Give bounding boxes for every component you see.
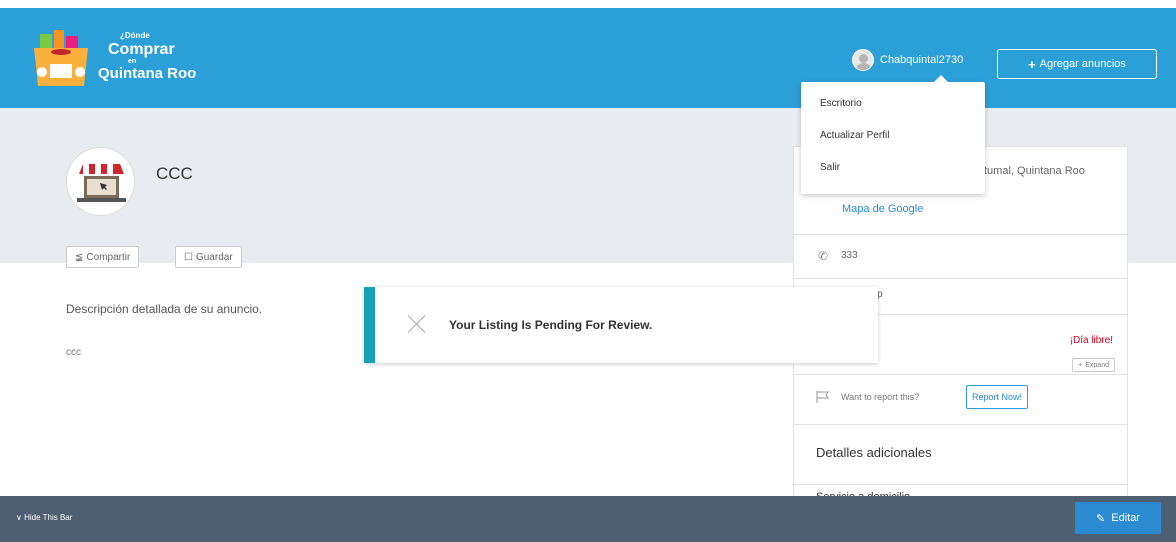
user-menu[interactable]: Chabquintal2730 [852,46,963,74]
logo-text: ¿Dónde Comprar en Quintana Roo [98,30,196,82]
user-dropdown-menu: Escritorio Actualizar Perfil Salir [801,75,985,194]
report-row: Want to report this? Report Now! [794,375,1127,425]
hours-status: ¡Día libre! [1069,335,1113,346]
phone-row[interactable]: ✆ 333 [794,235,1127,279]
add-listing-label: Agregar anuncios [1039,58,1126,70]
google-map-link[interactable]: Mapa de Google [842,203,923,215]
flag-icon [816,391,829,403]
listing-avatar [66,147,135,216]
close-icon[interactable] [407,314,427,334]
pencil-icon: ✎ [1096,512,1106,525]
username: Chabquintal2730 [880,54,964,66]
plus-icon: + [1078,361,1083,369]
share-icon: ≨ [75,251,84,263]
hide-bar-label: Hide This Bar [24,513,73,522]
menu-item-update-profile[interactable]: Actualizar Perfil [820,130,889,141]
phone-icon: ✆ [818,249,829,263]
owner-bottom-bar: ∨ Hide This Bar ✎ Editar [0,496,1176,542]
chevron-down-icon: ∨ [16,513,22,522]
address-text: tumal, Quintana Roo [984,165,1085,177]
save-label: Guardar [195,251,233,263]
phone-value: 333 [841,250,858,261]
pending-review-toast: Your Listing Is Pending For Review. [364,287,878,363]
additional-details-title: Detalles adicionales [816,445,932,460]
expand-hours-button[interactable]: + Expand [1072,358,1115,372]
share-label: Compartir [86,251,131,263]
storefront-icon [77,164,126,202]
description-value: ccc [66,347,81,358]
expand-label: Expand [1085,361,1109,369]
menu-item-logout[interactable]: Salir [820,162,840,173]
bookmark-icon: ☐ [184,251,193,263]
listing-title: CCC [156,164,193,183]
add-listing-button[interactable]: + Agregar anuncios [997,49,1157,79]
toast-message: Your Listing Is Pending For Review. [449,318,653,332]
shopping-bag-logo-icon [34,30,88,86]
user-avatar [852,49,874,71]
edit-button[interactable]: ✎ Editar [1075,502,1161,534]
edit-label: Editar [1111,512,1140,524]
plus-icon: + [1028,56,1036,72]
report-now-button[interactable]: Report Now! [966,385,1029,409]
logo-line-2: Comprar [108,41,175,58]
description-heading: Descripción detallada de su anuncio. [66,302,263,316]
additional-details-row: Detalles adicionales [794,425,1127,485]
page: ¿Dónde Comprar en Quintana Roo Chabquint… [0,0,1176,542]
share-button[interactable]: ≨ Compartir [66,246,140,268]
report-text: Want to report this? [841,392,920,402]
hide-bar-toggle[interactable]: ∨ Hide This Bar [16,513,72,522]
logo-line-4: Quintana Roo [98,65,197,82]
site-logo[interactable]: ¿Dónde Comprar en Quintana Roo [26,22,211,98]
save-button[interactable]: ☐ Guardar [175,246,242,268]
site-header: ¿Dónde Comprar en Quintana Roo Chabquint… [0,8,1176,108]
menu-item-dashboard[interactable]: Escritorio [820,98,862,109]
